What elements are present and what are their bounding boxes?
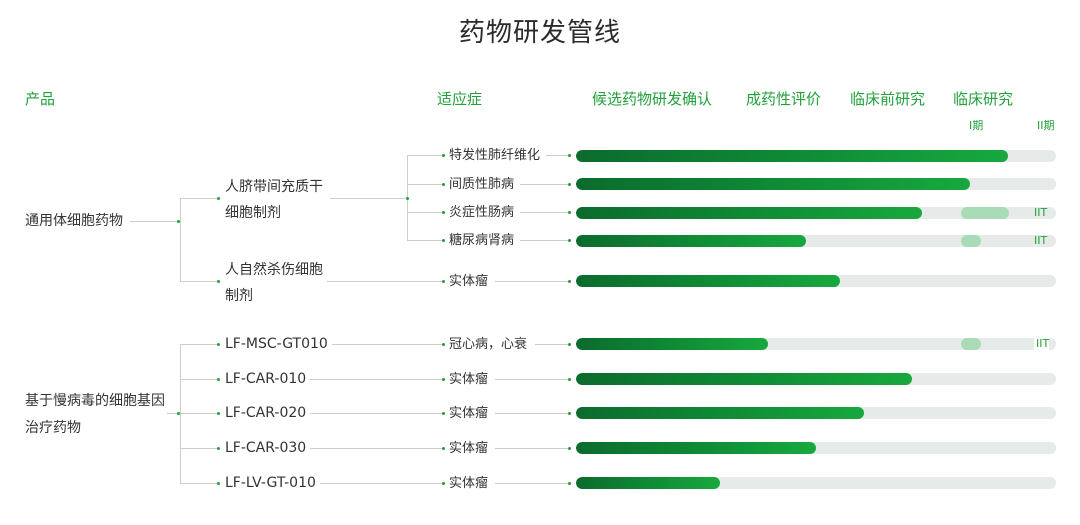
header-stage-discovery: 候选药物研发确认: [592, 90, 713, 108]
progress-track: [576, 477, 1056, 489]
header-stage-clinical: 临床研究: [953, 90, 1014, 108]
product-lf-car-010: LF-CAR-010: [225, 366, 311, 392]
progress-fill: [576, 442, 816, 454]
progress-track: [576, 178, 1056, 190]
category-somatic-cell: 通用体细胞药物: [25, 208, 127, 235]
product-lf-msc-gt010: LF-MSC-GT010: [225, 331, 332, 357]
indication-solid-tumor: 实体瘤: [449, 405, 495, 423]
progress-fill: [576, 235, 807, 247]
clinical-phase-segment: [961, 235, 981, 247]
clinical-phase-segment: [961, 338, 981, 350]
indication-ipf: 特发性肺纤维化: [449, 147, 547, 165]
indication-solid-tumor: 实体瘤: [449, 273, 495, 291]
page-title: 药物研发管线: [458, 18, 621, 48]
indication-ild: 间质性肺病: [449, 176, 521, 194]
indication-dkd: 糖尿病肾病: [449, 232, 521, 250]
iit-label: IIT: [1034, 337, 1050, 350]
progress-track: [576, 235, 1056, 247]
header-indication: 适应症: [437, 90, 483, 108]
progress-fill: [576, 150, 1008, 162]
product-ucmsc: 人脐带间充质干 细胞制剂: [225, 174, 327, 226]
progress-fill: [576, 407, 864, 419]
header-phase-1: I期: [969, 119, 984, 132]
product-nk-cell: 人自然杀伤细胞 制剂: [225, 257, 327, 309]
progress-fill: [576, 477, 720, 489]
progress-track: [576, 373, 1056, 385]
indication-chd-hf: 冠心病，心衰: [449, 336, 534, 354]
category-lentiviral-gene-therapy: 基于慢病毒的细胞基因 治疗药物: [25, 388, 167, 442]
header-product: 产品: [25, 90, 56, 108]
indication-ibd: 炎症性肠病: [449, 204, 521, 222]
iit-label: IIT: [1034, 206, 1048, 219]
progress-fill: [576, 338, 768, 350]
product-lf-car-020: LF-CAR-020: [225, 400, 311, 426]
progress-track: [576, 442, 1056, 454]
indication-solid-tumor: 实体瘤: [449, 475, 495, 493]
header-stage-druggability: 成药性评价: [746, 90, 822, 108]
progress-track: [576, 407, 1056, 419]
product-lf-car-030: LF-CAR-030: [225, 435, 311, 461]
header-phase-2: II期: [1037, 119, 1055, 132]
progress-track: [576, 150, 1056, 162]
iit-label: IIT: [1034, 234, 1048, 247]
product-lf-lv-gt-010: LF-LV-GT-010: [225, 470, 320, 496]
progress-fill: [576, 275, 840, 287]
progress-track: [576, 338, 1056, 350]
progress-fill: [576, 207, 922, 219]
progress-fill: [576, 373, 912, 385]
header-stage-preclinical: 临床前研究: [850, 90, 926, 108]
indication-solid-tumor: 实体瘤: [449, 371, 495, 389]
indication-solid-tumor: 实体瘤: [449, 440, 495, 458]
progress-track: [576, 275, 1056, 287]
progress-fill: [576, 178, 970, 190]
clinical-phase-segment: [961, 207, 1009, 219]
